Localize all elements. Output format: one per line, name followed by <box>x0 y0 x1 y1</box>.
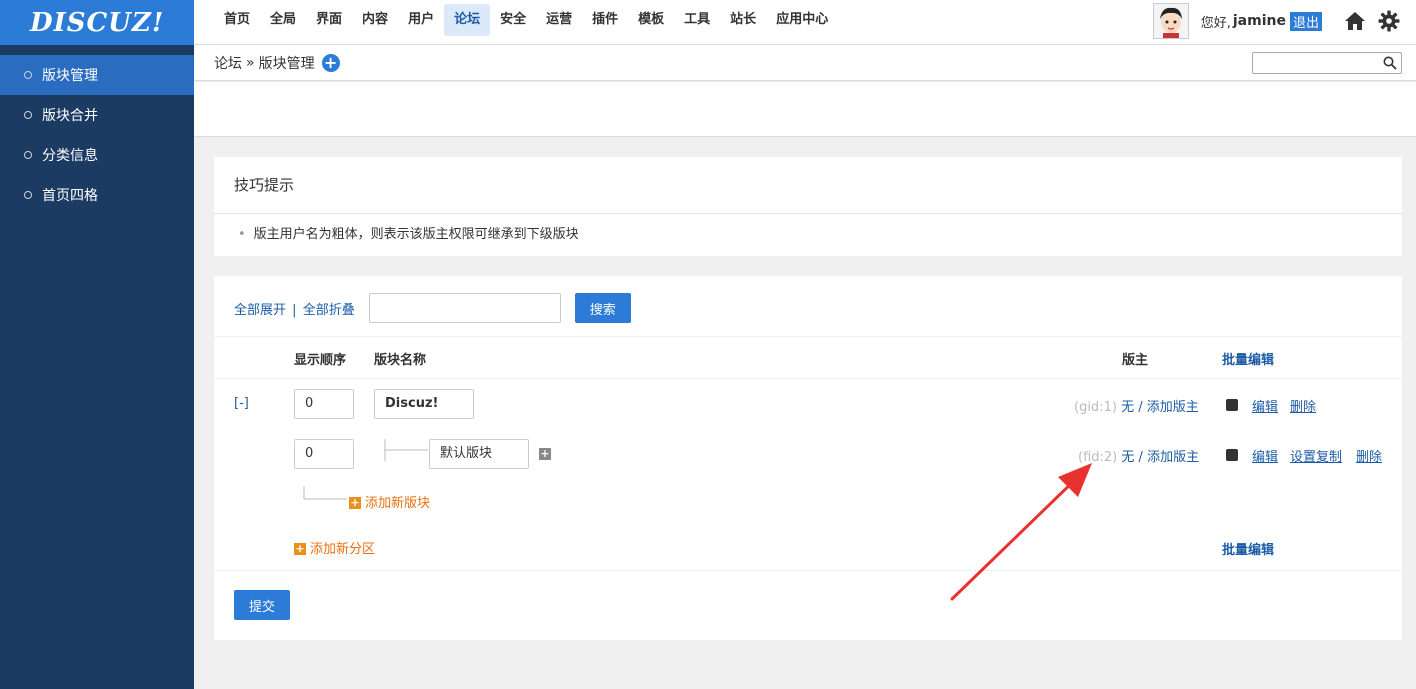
nav-app-center[interactable]: 应用中心 <box>766 4 838 36</box>
forum-name-input[interactable]: 默认版块 <box>429 439 529 469</box>
row-checkbox[interactable] <box>1226 399 1238 411</box>
header-name: 版块名称 <box>374 353 427 368</box>
breadcrumb-current: 版块管理 <box>258 56 315 72</box>
category-name-input[interactable]: Discuz! <box>374 389 474 419</box>
nav-users[interactable]: 用户 <box>398 4 444 36</box>
nav-forum[interactable]: 论坛 <box>444 4 491 36</box>
tips-item: • 版主用户名为粗体，则表示该版主权限可继承到下级版块 <box>214 214 1402 256</box>
tips-box: 技巧提示 • 版主用户名为粗体，则表示该版主权限可继承到下级版块 <box>214 157 1402 256</box>
header-order: 显示顺序 <box>294 353 347 368</box>
nav-interface[interactable]: 界面 <box>306 4 352 36</box>
delete-link[interactable]: 删除 <box>1290 396 1316 415</box>
moderator-separator: / <box>1138 400 1143 415</box>
breadcrumb-separator: » <box>246 55 255 71</box>
nav-admin[interactable]: 站长 <box>720 4 766 36</box>
nav-global[interactable]: 全局 <box>260 4 306 36</box>
nav-tools[interactable]: 工具 <box>674 4 720 36</box>
sidebar-item-forum-manage[interactable]: 版块管理 <box>0 55 194 95</box>
add-moderator-link[interactable]: 添加版主 <box>1147 450 1199 465</box>
circle-icon <box>24 191 32 199</box>
sidebar: DISCUZ! 版块管理 版块合并 分类信息 首页四格 <box>0 0 194 689</box>
sidebar-item-label: 版块合并 <box>42 108 98 124</box>
gear-icon[interactable] <box>1376 8 1402 34</box>
divider <box>214 336 1402 337</box>
sidebar-item-label: 分类信息 <box>42 148 98 164</box>
add-moderator-link[interactable]: 添加版主 <box>1147 400 1199 415</box>
logo[interactable]: DISCUZ! <box>0 0 194 45</box>
circle-icon <box>24 111 32 119</box>
batch-edit-bottom[interactable]: 批量编辑 <box>1222 539 1274 558</box>
add-orange-icon: + <box>294 542 306 555</box>
collapse-toggle[interactable]: [-] <box>234 396 249 411</box>
edit-link[interactable]: 编辑 <box>1252 396 1278 415</box>
search-icon[interactable] <box>1383 56 1397 70</box>
copy-settings-link[interactable]: 设置复制 <box>1290 446 1342 465</box>
user-area: 您好, jamine 退出 <box>1152 2 1402 40</box>
red-arrow-annotation <box>950 463 1092 601</box>
divider <box>214 570 1402 571</box>
avatar-face-icon <box>1153 4 1188 38</box>
tips-title: 技巧提示 <box>214 157 1402 214</box>
top-nav: 首页 全局 界面 内容 用户 论坛 安全 运营 插件 模板 工具 站长 应用中心 <box>214 4 838 36</box>
add-category-link[interactable]: + 添加新分区 <box>294 538 375 557</box>
add-shortcut-icon[interactable]: + <box>321 54 340 72</box>
sidebar-item-home-grid[interactable]: 首页四格 <box>0 175 194 215</box>
header-moderator: 版主 <box>1122 353 1149 368</box>
avatar[interactable] <box>1152 3 1189 39</box>
sidebar-item-category-info[interactable]: 分类信息 <box>0 135 194 175</box>
nav-plugins[interactable]: 插件 <box>582 4 628 36</box>
row-checkbox[interactable] <box>1226 449 1238 461</box>
bullet-icon: • <box>238 227 246 242</box>
expand-all-link[interactable]: 全部展开 <box>234 303 286 318</box>
nav-templates[interactable]: 模板 <box>628 4 674 36</box>
header-batch-edit[interactable]: 批量编辑 <box>1222 349 1274 368</box>
content-header-strip <box>194 82 1416 137</box>
add-forum-link[interactable]: + 添加新版块 <box>349 492 430 511</box>
sidebar-item-forum-merge[interactable]: 版块合并 <box>0 95 194 135</box>
moderator-cell: (gid:1) 无 / 添加版主 <box>1074 396 1199 415</box>
moderator-separator: / <box>1138 450 1143 465</box>
submit-button[interactable]: 提交 <box>234 590 290 620</box>
sidebar-item-label: 版块管理 <box>42 68 98 84</box>
add-orange-icon: + <box>349 496 361 509</box>
forum-manage-panel: 全部展开 | 全部折叠 搜索 显示顺序 版块名称 版主 批量编辑 [-] 0 D… <box>214 276 1402 640</box>
home-icon[interactable] <box>1342 8 1368 34</box>
username: jamine <box>1232 13 1286 29</box>
expand-collapse-links: 全部展开 | 全部折叠 <box>234 299 355 318</box>
breadcrumb-bar: 论坛 » 版块管理 + <box>194 45 1416 81</box>
circle-icon <box>24 151 32 159</box>
divider <box>214 378 1402 379</box>
forum-search-input[interactable] <box>368 293 561 323</box>
top-bar: 首页 全局 界面 内容 用户 论坛 安全 运营 插件 模板 工具 站长 应用中心… <box>194 0 1416 45</box>
breadcrumb-root[interactable]: 论坛 <box>214 53 242 73</box>
toolbar: 全部展开 | 全部折叠 搜索 <box>234 293 631 323</box>
top-search-input[interactable] <box>1252 52 1402 74</box>
delete-link[interactable]: 删除 <box>1356 446 1382 465</box>
add-category-label: 添加新分区 <box>310 542 376 557</box>
moderator-none: 无 <box>1121 450 1135 465</box>
order-input[interactable]: 0 <box>294 439 354 469</box>
tree-connector <box>384 439 428 461</box>
collapse-all-link[interactable]: 全部折叠 <box>303 303 355 318</box>
link-separator: | <box>292 302 297 318</box>
side-menu: 版块管理 版块合并 分类信息 首页四格 <box>0 55 194 215</box>
nav-operation[interactable]: 运营 <box>536 4 582 36</box>
group-id-label: (gid:1) <box>1074 400 1117 415</box>
add-forum-label: 添加新版块 <box>365 496 431 511</box>
edit-link[interactable]: 编辑 <box>1252 446 1278 465</box>
greeting: 您好, <box>1200 15 1231 31</box>
sidebar-item-label: 首页四格 <box>42 188 98 204</box>
search-button[interactable]: 搜索 <box>574 293 631 323</box>
nav-content[interactable]: 内容 <box>352 4 398 36</box>
tips-text: 版主用户名为粗体，则表示该版主权限可继承到下级版块 <box>253 227 579 242</box>
nav-home[interactable]: 首页 <box>214 4 260 36</box>
moderator-none: 无 <box>1121 400 1135 415</box>
order-input[interactable]: 0 <box>294 389 354 419</box>
breadcrumb: 论坛 » 版块管理 + <box>214 53 340 73</box>
tree-connector <box>303 486 347 500</box>
nav-security[interactable]: 安全 <box>490 4 536 36</box>
expand-plus-icon[interactable]: + <box>539 448 551 460</box>
circle-icon <box>24 71 32 79</box>
logout-link[interactable]: 退出 <box>1289 11 1322 31</box>
